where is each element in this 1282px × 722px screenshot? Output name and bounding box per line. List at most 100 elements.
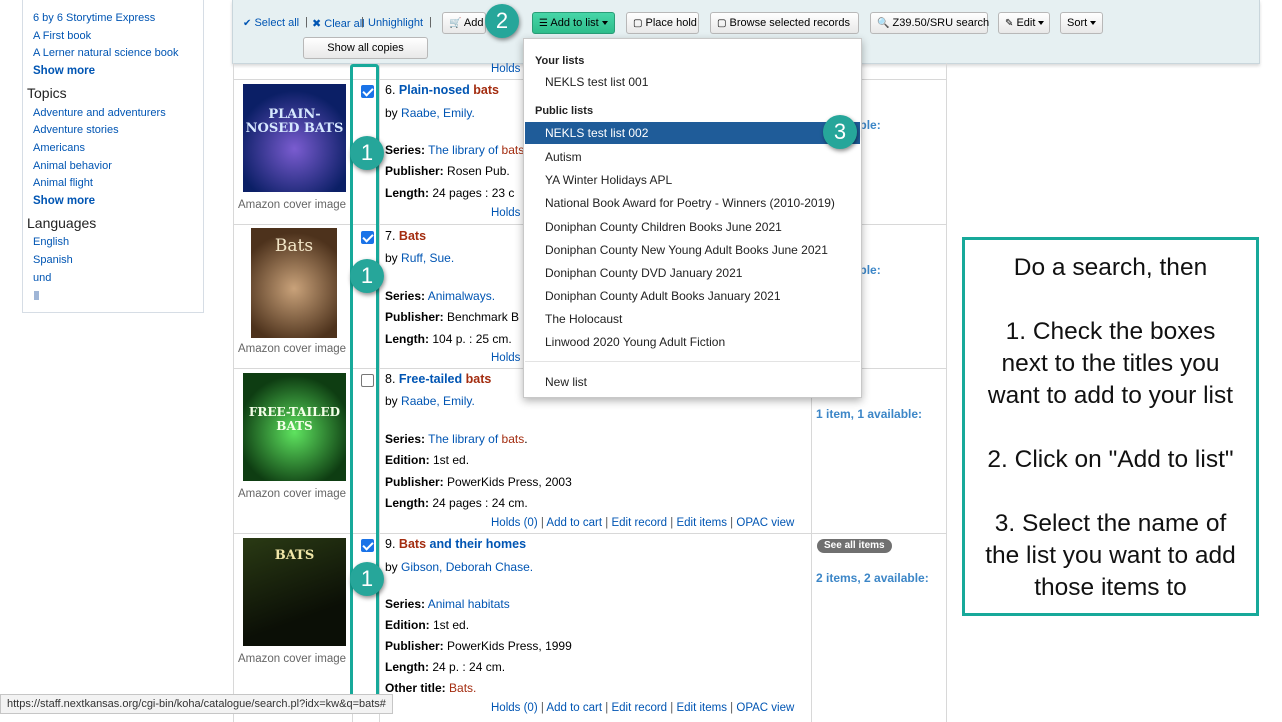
facet-topic-link[interactable]: Animal flight <box>33 177 93 189</box>
list-icon: ☰ <box>539 18 548 29</box>
instructions-callout: Do a search, then 1. Check the boxes nex… <box>962 237 1259 616</box>
result-title[interactable]: 6. Plain-nosed bats <box>385 83 499 97</box>
facet-language-link[interactable]: English <box>33 236 69 248</box>
edition-line: Edition: 1st ed. <box>385 453 469 467</box>
edit-menu-button[interactable]: ✎ Edit <box>998 12 1050 34</box>
series-highlight: bats <box>501 432 525 446</box>
add-to-cart-link[interactable]: Add to cart <box>546 702 602 714</box>
facet-series-link[interactable]: A First book <box>33 30 91 42</box>
author-line[interactable]: by Ruff, Sue. <box>385 251 454 265</box>
result-number: 6. <box>385 83 396 97</box>
author-link: Gibson, Deborah Chase. <box>401 560 534 574</box>
add-to-cart-link[interactable]: Add to cart <box>546 517 602 529</box>
list-menu-item[interactable]: Doniphan County Adult Books January 2021 <box>545 289 781 303</box>
browse-selected-button[interactable]: ▢ Browse selected records <box>710 12 859 34</box>
list-menu-item-active[interactable]: NEKLS test list 002 <box>525 122 860 144</box>
add-to-list-button[interactable]: ☰ Add to list <box>532 12 615 34</box>
select-all-link[interactable]: ✔ Select all <box>243 17 299 29</box>
title-highlight: Bats <box>398 537 427 551</box>
chevron-down-icon <box>1038 21 1045 26</box>
facet-language-link[interactable]: Spanish <box>33 254 73 266</box>
list-menu-item[interactable]: National Book Award for Poetry - Winners… <box>545 196 835 210</box>
length-label: Length: <box>385 660 429 674</box>
edit-record-link[interactable]: Edit record <box>611 517 667 529</box>
list-menu-item[interactable]: Doniphan County DVD January 2021 <box>545 266 742 280</box>
edit-items-link[interactable]: Edit items <box>676 517 727 529</box>
result-title[interactable]: 7. Bats <box>385 229 426 243</box>
length-label: Length: <box>385 186 429 200</box>
length-line: Length: 24 pages : 24 cm. <box>385 496 528 510</box>
list-menu-item[interactable]: Autism <box>545 150 582 164</box>
availability-link[interactable]: 2 items, 2 available: <box>816 571 929 585</box>
z3950-search-button[interactable]: 🔍 Z39.50/SRU search <box>870 12 989 34</box>
record-actions: Holds (0) | Add to cart | Edit record | … <box>491 517 794 529</box>
series-link[interactable]: The library of <box>428 143 498 157</box>
facet-topic-link[interactable]: Adventure stories <box>33 124 119 136</box>
list-menu-item[interactable]: Doniphan County Children Books June 2021 <box>545 220 782 234</box>
holds-link[interactable]: Holds <box>491 352 520 364</box>
opac-view-link[interactable]: OPAC view <box>736 702 794 714</box>
author-line[interactable]: by Raabe, Emily. <box>385 106 475 120</box>
edit-items-link[interactable]: Edit items <box>676 702 727 714</box>
place-hold-button[interactable]: ▢ Place hold <box>626 12 699 34</box>
facet-topic-link[interactable]: Animal behavior <box>33 160 112 172</box>
list-menu-item[interactable]: Doniphan County New Young Adult Books Ju… <box>545 243 828 257</box>
add-to-list-label: Add to list <box>550 17 599 29</box>
book-cover-image[interactable]: PLAIN-NOSED BATS <box>243 84 346 192</box>
show-all-copies-button[interactable]: Show all copies <box>303 37 428 59</box>
series-label: Series: <box>385 143 426 157</box>
publisher-line: Publisher: PowerKids Press, 2003 <box>385 475 572 489</box>
search-icon: 🔍 <box>877 18 890 29</box>
facet-topic-link[interactable]: Americans <box>33 142 85 154</box>
publisher-line: Publisher: Rosen Pub. <box>385 164 510 178</box>
unhighlight-link[interactable]: Unhighlight <box>368 17 423 29</box>
list-menu-item[interactable]: YA Winter Holidays APL <box>545 173 672 187</box>
separator: | <box>361 16 364 28</box>
facet-topic-link[interactable]: Adventure and adventurers <box>33 107 166 119</box>
facet-series-link[interactable]: 6 by 6 Storytime Express <box>33 12 155 24</box>
holds-link[interactable]: Holds <box>491 207 520 219</box>
show-more-link[interactable]: Show more <box>33 65 95 77</box>
author-line[interactable]: by Raabe, Emily. <box>385 394 475 408</box>
author-line[interactable]: by Gibson, Deborah Chase. <box>385 560 533 574</box>
holds-link[interactable]: Holds (0) <box>491 702 538 714</box>
by-label: by <box>385 106 398 120</box>
facet-language-link[interactable]: und <box>33 272 51 284</box>
new-list-menu-item[interactable]: New list <box>545 375 587 389</box>
series-line: Series: Animalways. <box>385 289 495 303</box>
publisher-line: Publisher: PowerKids Press, 1999 <box>385 639 572 653</box>
add-to-cart-button[interactable]: 🛒 Add <box>442 12 486 34</box>
sort-menu-button[interactable]: Sort <box>1060 12 1103 34</box>
publisher-label: Publisher: <box>385 164 444 178</box>
publisher-label: Publisher: <box>385 310 444 324</box>
length-value: 24 p. : 24 cm. <box>432 660 506 674</box>
series-link[interactable]: The library of <box>428 432 498 446</box>
result-title[interactable]: 8. Free-tailed bats <box>385 372 491 386</box>
series-highlight: bats <box>501 143 525 157</box>
book-cover-image[interactable]: FREE-TAILED BATS <box>243 373 346 481</box>
list-menu-item-label: NEKLS test list 002 <box>545 126 649 140</box>
series-link[interactable]: Animalways. <box>428 289 495 303</box>
facet-series-link[interactable]: A Lerner natural science book <box>33 47 179 59</box>
show-more-link[interactable]: Show more <box>33 195 95 207</box>
book-cover-image[interactable]: Bats <box>251 228 337 338</box>
result-title[interactable]: 9. Bats and their homes <box>385 537 526 551</box>
clear-all-link[interactable]: ✖ Clear all <box>312 17 365 30</box>
series-link[interactable]: Animal habitats <box>428 597 510 611</box>
list-menu-item[interactable]: NEKLS test list 001 <box>545 75 648 89</box>
holds-link[interactable]: Holds <box>491 63 520 75</box>
opac-view-link[interactable]: OPAC view <box>736 517 794 529</box>
availability-link[interactable]: 1 item, 1 available: <box>816 407 922 421</box>
list-menu-item[interactable]: Linwood 2020 Young Adult Fiction <box>545 335 725 349</box>
publisher-line: Publisher: Benchmark B <box>385 310 519 324</box>
book-cover-image[interactable]: BATS <box>243 538 346 646</box>
author-link: Ruff, Sue. <box>401 251 455 265</box>
edit-record-link[interactable]: Edit record <box>611 702 667 714</box>
cover-caption: Amazon cover image <box>238 343 347 355</box>
other-title-value: Bats. <box>449 681 477 695</box>
place-hold-label: Place hold <box>645 17 697 29</box>
see-all-items-badge[interactable]: See all items <box>817 539 892 553</box>
edition-value: 1st ed. <box>433 618 470 632</box>
holds-link[interactable]: Holds (0) <box>491 517 538 529</box>
list-menu-item[interactable]: The Holocaust <box>545 312 622 326</box>
